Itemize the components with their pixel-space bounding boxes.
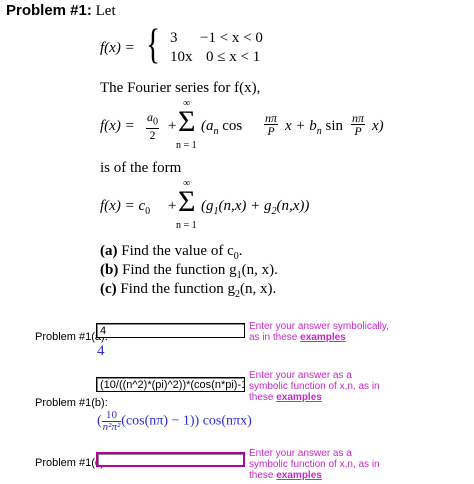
piecewise-definition: f(x) = — [100, 40, 135, 56]
fourier-intro: The Fourier series for f(x), — [100, 80, 261, 96]
problem-intro: Let — [95, 3, 116, 19]
part-c: (c) Find the function g2(n, x). — [100, 281, 277, 300]
piecewise-brace: { — [146, 22, 161, 68]
form-sigma: Σ — [178, 185, 196, 218]
form-plus: + — [168, 198, 177, 214]
part-a: (a) Find the value of c0. — [100, 243, 243, 262]
answer-a-preview: 4 — [97, 343, 105, 359]
case2-condition: 0 ≤ x < 1 — [206, 49, 261, 65]
cos-fraction: nπ P — [264, 111, 279, 138]
series-lhs: f(x) = — [100, 118, 135, 134]
series-sigma: Σ — [178, 105, 196, 138]
sin-fraction: nπ P — [351, 111, 366, 138]
answer-b-input[interactable]: (10/((n^2)*(pi)^2))*(cos(n*pi)-1))* — [96, 377, 245, 392]
form-intro: is of the form — [100, 160, 182, 176]
case1-value: 3 — [170, 30, 178, 46]
answer-a-hint: Enter your answer symbolically, as in th… — [249, 321, 389, 343]
problem-title: Problem #1: Let — [6, 2, 116, 20]
answer-c-hint: Enter your answer as a symbolic function… — [249, 448, 380, 481]
case1-condition: −1 < x < 0 — [200, 30, 263, 46]
form-body: (g1(n,x) + g2(n,x)) — [201, 198, 310, 217]
answer-a-examples-link[interactable]: examples — [300, 332, 346, 343]
answer-c-examples-link[interactable]: examples — [276, 470, 322, 481]
part-b: (b) Find the function g1(n, x). — [100, 262, 278, 281]
form-sum-bottom: n = 1 — [176, 220, 197, 231]
answer-b-label: Problem #1(b): — [35, 397, 108, 409]
answer-b-hint: Enter your answer as a symbolic function… — [249, 370, 380, 403]
answer-b-preview: (10 n²π² (cos(nπ) − 1)) cos(nπx) — [97, 409, 252, 433]
series-plus: + — [168, 118, 177, 134]
series-term-a: (an cos — [201, 118, 243, 137]
form-lhs: f(x) = c0 — [100, 198, 151, 217]
problem-number: Problem #1: — [6, 2, 92, 19]
a0-fraction: a0 2 — [146, 110, 159, 143]
answer-b-examples-link[interactable]: examples — [276, 392, 322, 403]
case2-value: 10x — [170, 49, 193, 65]
answer-a-input[interactable]: 4 — [96, 323, 245, 338]
series-term-end: x) — [372, 118, 384, 134]
series-term-b: x + bn sin — [285, 118, 344, 137]
answer-c-input[interactable] — [96, 452, 245, 467]
series-sum-bottom: n = 1 — [176, 140, 197, 151]
